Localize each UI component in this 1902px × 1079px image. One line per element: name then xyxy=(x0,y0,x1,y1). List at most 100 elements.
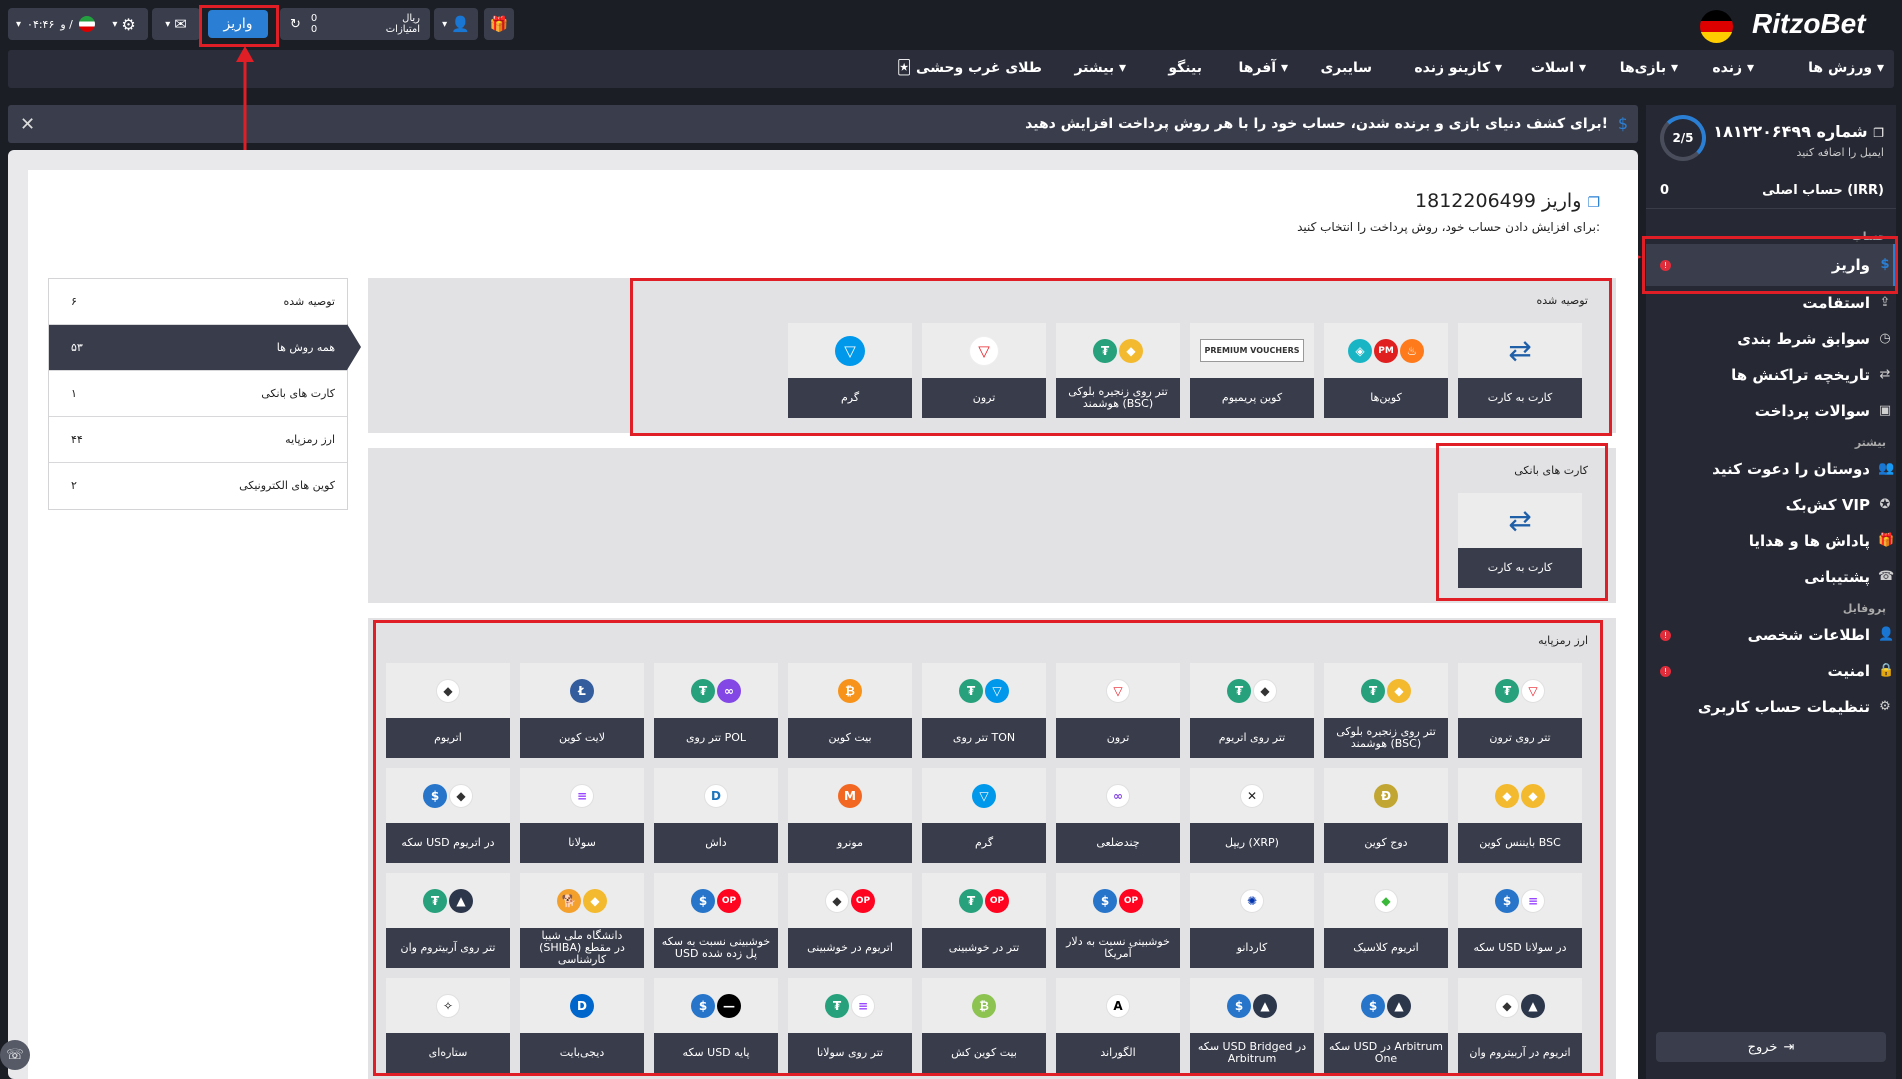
profile-progress-ring: 2/5 xyxy=(1660,115,1706,161)
method-card-crypto[interactable]: ₮ ▽ تتر روی TON xyxy=(922,663,1046,758)
nav-item-live[interactable]: زنده ▾ xyxy=(1712,60,1754,76)
menu-item-bonuses[interactable]: پاداش ها و هدایا xyxy=(1749,532,1870,550)
nav-item-slots[interactable]: اسلات ▾ xyxy=(1531,60,1586,76)
method-card-crypto[interactable]: $ — سکه USD پایه xyxy=(654,978,778,1073)
nav-item-sports[interactable]: ورزش ها ▾ xyxy=(1808,60,1884,76)
logout-icon: ⇥ xyxy=(1783,1039,1795,1055)
email-hint[interactable]: ایمیل را اضافه کنید xyxy=(1796,146,1884,159)
menu-item-transactions[interactable]: تاریخچه تراکنش ها xyxy=(1731,366,1870,384)
method-card-label: تتر روی ترون xyxy=(1458,718,1582,758)
method-card-crypto[interactable]: ✧ ستاره‌ای xyxy=(386,978,510,1073)
nav-item-live-casino[interactable]: کازینو زنده ▾ xyxy=(1414,60,1502,76)
nav-item-bingo[interactable]: بینگو xyxy=(1168,60,1202,76)
method-card-crypto[interactable]: A الگوراند xyxy=(1056,978,1180,1073)
method-card-crypto[interactable]: $ OP خوشبینی نسبت به دلار آمریکا xyxy=(1056,873,1180,968)
menu-item-withdraw[interactable]: استقامت xyxy=(1802,294,1870,312)
method-card-crypto[interactable]: ₮ ≡ تتر روی سولانا xyxy=(788,978,912,1073)
method-card-crypto[interactable]: ≡ سولانا xyxy=(520,768,644,863)
menu-item-invite[interactable]: دوستان را دعوت کنید xyxy=(1712,460,1870,478)
method-card-crypto[interactable]: ✕ ریپل (XRP) xyxy=(1190,768,1314,863)
balance-widget[interactable]: ↻ 0 0 ریال امتیازات xyxy=(280,8,430,40)
bnb-icon: ◆ xyxy=(1495,783,1519,808)
method-card-label: دانشگاه ملی شیبا (SHIBA) در مقطع کارشناس… xyxy=(520,928,644,968)
filter-bank-cards[interactable]: کارت های بانکی ۱ xyxy=(49,371,347,417)
method-card-crypto[interactable]: ◆ اتریوم xyxy=(386,663,510,758)
nav-item-cyber[interactable]: سایبری xyxy=(1320,60,1372,76)
method-card-crypto[interactable]: ₿ بیت کوین کش xyxy=(922,978,1046,1073)
method-card-label: سولانا xyxy=(520,823,644,863)
menu-item-bet-history[interactable]: سوابق شرط بندی xyxy=(1737,330,1870,348)
method-card-crypto[interactable]: ₮ ▲ تتر روی آربیتروم وان xyxy=(386,873,510,968)
method-card-crypto[interactable]: ▽ ترون xyxy=(1056,663,1180,758)
filter-recommended[interactable]: توصیه شده ۶ xyxy=(49,279,347,325)
bitcoin-cash-icon: ₿ xyxy=(972,993,996,1018)
method-card-crypto[interactable]: ◆ OP اتریوم در خوشبینی xyxy=(788,873,912,968)
usdc-icon: $ xyxy=(1495,888,1519,913)
method-card-crypto[interactable]: $ ▲ سکه USD در Arbitrum One xyxy=(1324,978,1448,1073)
profile-button[interactable]: ▾ 👤 xyxy=(434,8,478,40)
balance-value: 0 xyxy=(310,13,318,24)
method-card-crypto[interactable]: ◆ ▲ اتریوم در آربیتروم وان xyxy=(1458,978,1582,1073)
menu-item-personal-info[interactable]: اطلاعات شخصی xyxy=(1748,626,1870,644)
method-card-card-to-card[interactable]: ⇄ کارت به کارت xyxy=(1458,323,1582,418)
logout-button[interactable]: خروج ⇥ xyxy=(1656,1032,1886,1062)
method-card-crypto[interactable]: ₮ ▽ تتر روی ترون xyxy=(1458,663,1582,758)
nav-item-offers[interactable]: آفرها ▾ xyxy=(1238,60,1288,76)
support-chat-icon[interactable]: ☏ xyxy=(0,1040,30,1070)
method-card-crypto[interactable]: ₮ ◆ تتر روی اتریوم xyxy=(1190,663,1314,758)
optimism-icon: OP xyxy=(985,888,1009,913)
support-icon: ☎ xyxy=(1878,569,1895,584)
bank-cards-title: کارت های بانکی xyxy=(1514,464,1588,477)
method-card-crypto[interactable]: ▽ گرم xyxy=(922,768,1046,863)
tether-icon: ₮ xyxy=(1361,678,1385,703)
close-icon[interactable]: ✕ xyxy=(20,114,35,135)
filter-e-coins[interactable]: کوین های الکترونیکی ۲ xyxy=(49,463,347,509)
header-deposit-button[interactable]: واریز xyxy=(208,10,268,38)
method-card-crypto[interactable]: ◆ اتریوم کلاسیک xyxy=(1324,873,1448,968)
transfer-icon: ⇄ xyxy=(1879,367,1891,382)
method-card-crypto[interactable]: ₮ ◆ تتر روی زنجیره بلوکی هوشمند (BSC) xyxy=(1324,663,1448,758)
method-card-crypto[interactable]: D دیجی‌بایت xyxy=(520,978,644,1073)
method-card-gram[interactable]: ▽ گرم xyxy=(788,323,912,418)
method-card-crypto[interactable]: D داش xyxy=(654,768,778,863)
method-card-crypto[interactable]: ₿ بیت کوین xyxy=(788,663,912,758)
method-card-crypto[interactable]: $ OP خوشبینی نسبت به سکه USD پل زده شده xyxy=(654,873,778,968)
germany-flag-icon[interactable] xyxy=(1700,10,1733,43)
gift-button[interactable]: 🎁 xyxy=(484,8,514,40)
copy-icon[interactable]: ❐ xyxy=(1873,126,1884,140)
method-card-crypto[interactable]: ◆ ◆ بایننس کوین BSC xyxy=(1458,768,1582,863)
menu-item-support[interactable]: پشتیبانی xyxy=(1804,568,1870,586)
method-card-usdt-bsc[interactable]: ₮ ◆ تتر روی زنجیره بلوکی هوشمند (BSC) xyxy=(1056,323,1180,418)
menu-item-payment-faq[interactable]: سوالات پرداخت xyxy=(1755,402,1870,420)
nav-item-more[interactable]: بیشتر ▾ xyxy=(1074,60,1126,76)
main-account-label: حساب اصلی (IRR) xyxy=(1762,183,1884,198)
filter-crypto[interactable]: ارز رمزپایه ۴۴ xyxy=(49,417,347,463)
method-card-crypto[interactable]: $ ◆ سکه USD در اتریوم xyxy=(386,768,510,863)
settings-button[interactable]: ▾ ⚙ xyxy=(100,8,148,40)
method-card-crypto[interactable]: M مونرو xyxy=(788,768,912,863)
method-card-crypto[interactable]: ✺ کاردانو xyxy=(1190,873,1314,968)
copy-icon[interactable]: ❐ xyxy=(1587,195,1600,211)
method-card-crypto[interactable]: Ł لایت کوین xyxy=(520,663,644,758)
method-card-crypto[interactable]: ₮ ∞ تتر روی POL xyxy=(654,663,778,758)
method-card-coins[interactable]: ◈ PM ♨ کوین‌ها xyxy=(1324,323,1448,418)
method-card-crypto[interactable]: ₮ OP تتر در خوشبینی xyxy=(922,873,1046,968)
method-card-bank-card-to-card[interactable]: ⇄ کارت به کارت xyxy=(1458,493,1582,588)
method-card-crypto[interactable]: 🐕 ◆ دانشگاه ملی شیبا (SHIBA) در مقطع کارشن… xyxy=(520,873,644,968)
nav-item-games[interactable]: بازی‌ها ▾ xyxy=(1620,60,1678,76)
messages-button[interactable]: ▾ ✉ xyxy=(152,8,200,40)
method-card-crypto[interactable]: Ð دوج کوین xyxy=(1324,768,1448,863)
logout-label: خروج xyxy=(1747,1039,1778,1055)
method-card-crypto[interactable]: $ ▲ سکه USD Bridged در Arbitrum xyxy=(1190,978,1314,1073)
method-card-crypto[interactable]: ∞ چندضلعی xyxy=(1056,768,1180,863)
method-card-tron[interactable]: ▽ ترون xyxy=(922,323,1046,418)
menu-item-security[interactable]: امنیت xyxy=(1827,662,1870,680)
method-card-crypto[interactable]: $ ≡ سکه USD در سولانا xyxy=(1458,873,1582,968)
method-card-premium-voucher[interactable]: PREMIUM VOUCHERS کوین پریمیوم xyxy=(1190,323,1314,418)
filter-all-methods[interactable]: همه روش ها ۵۳ xyxy=(49,325,347,371)
coin-icon: ◈ xyxy=(1348,338,1372,363)
menu-item-account-settings[interactable]: تنظیمات حساب کاربری xyxy=(1698,698,1870,716)
nav-item-wild-west-gold[interactable]: 🃏 طلای غرب وحشی xyxy=(897,60,1042,76)
menu-item-vip-cashback[interactable]: کش‌بک VIP xyxy=(1786,496,1870,514)
brand-logo[interactable]: RitzoBet xyxy=(1752,8,1866,40)
